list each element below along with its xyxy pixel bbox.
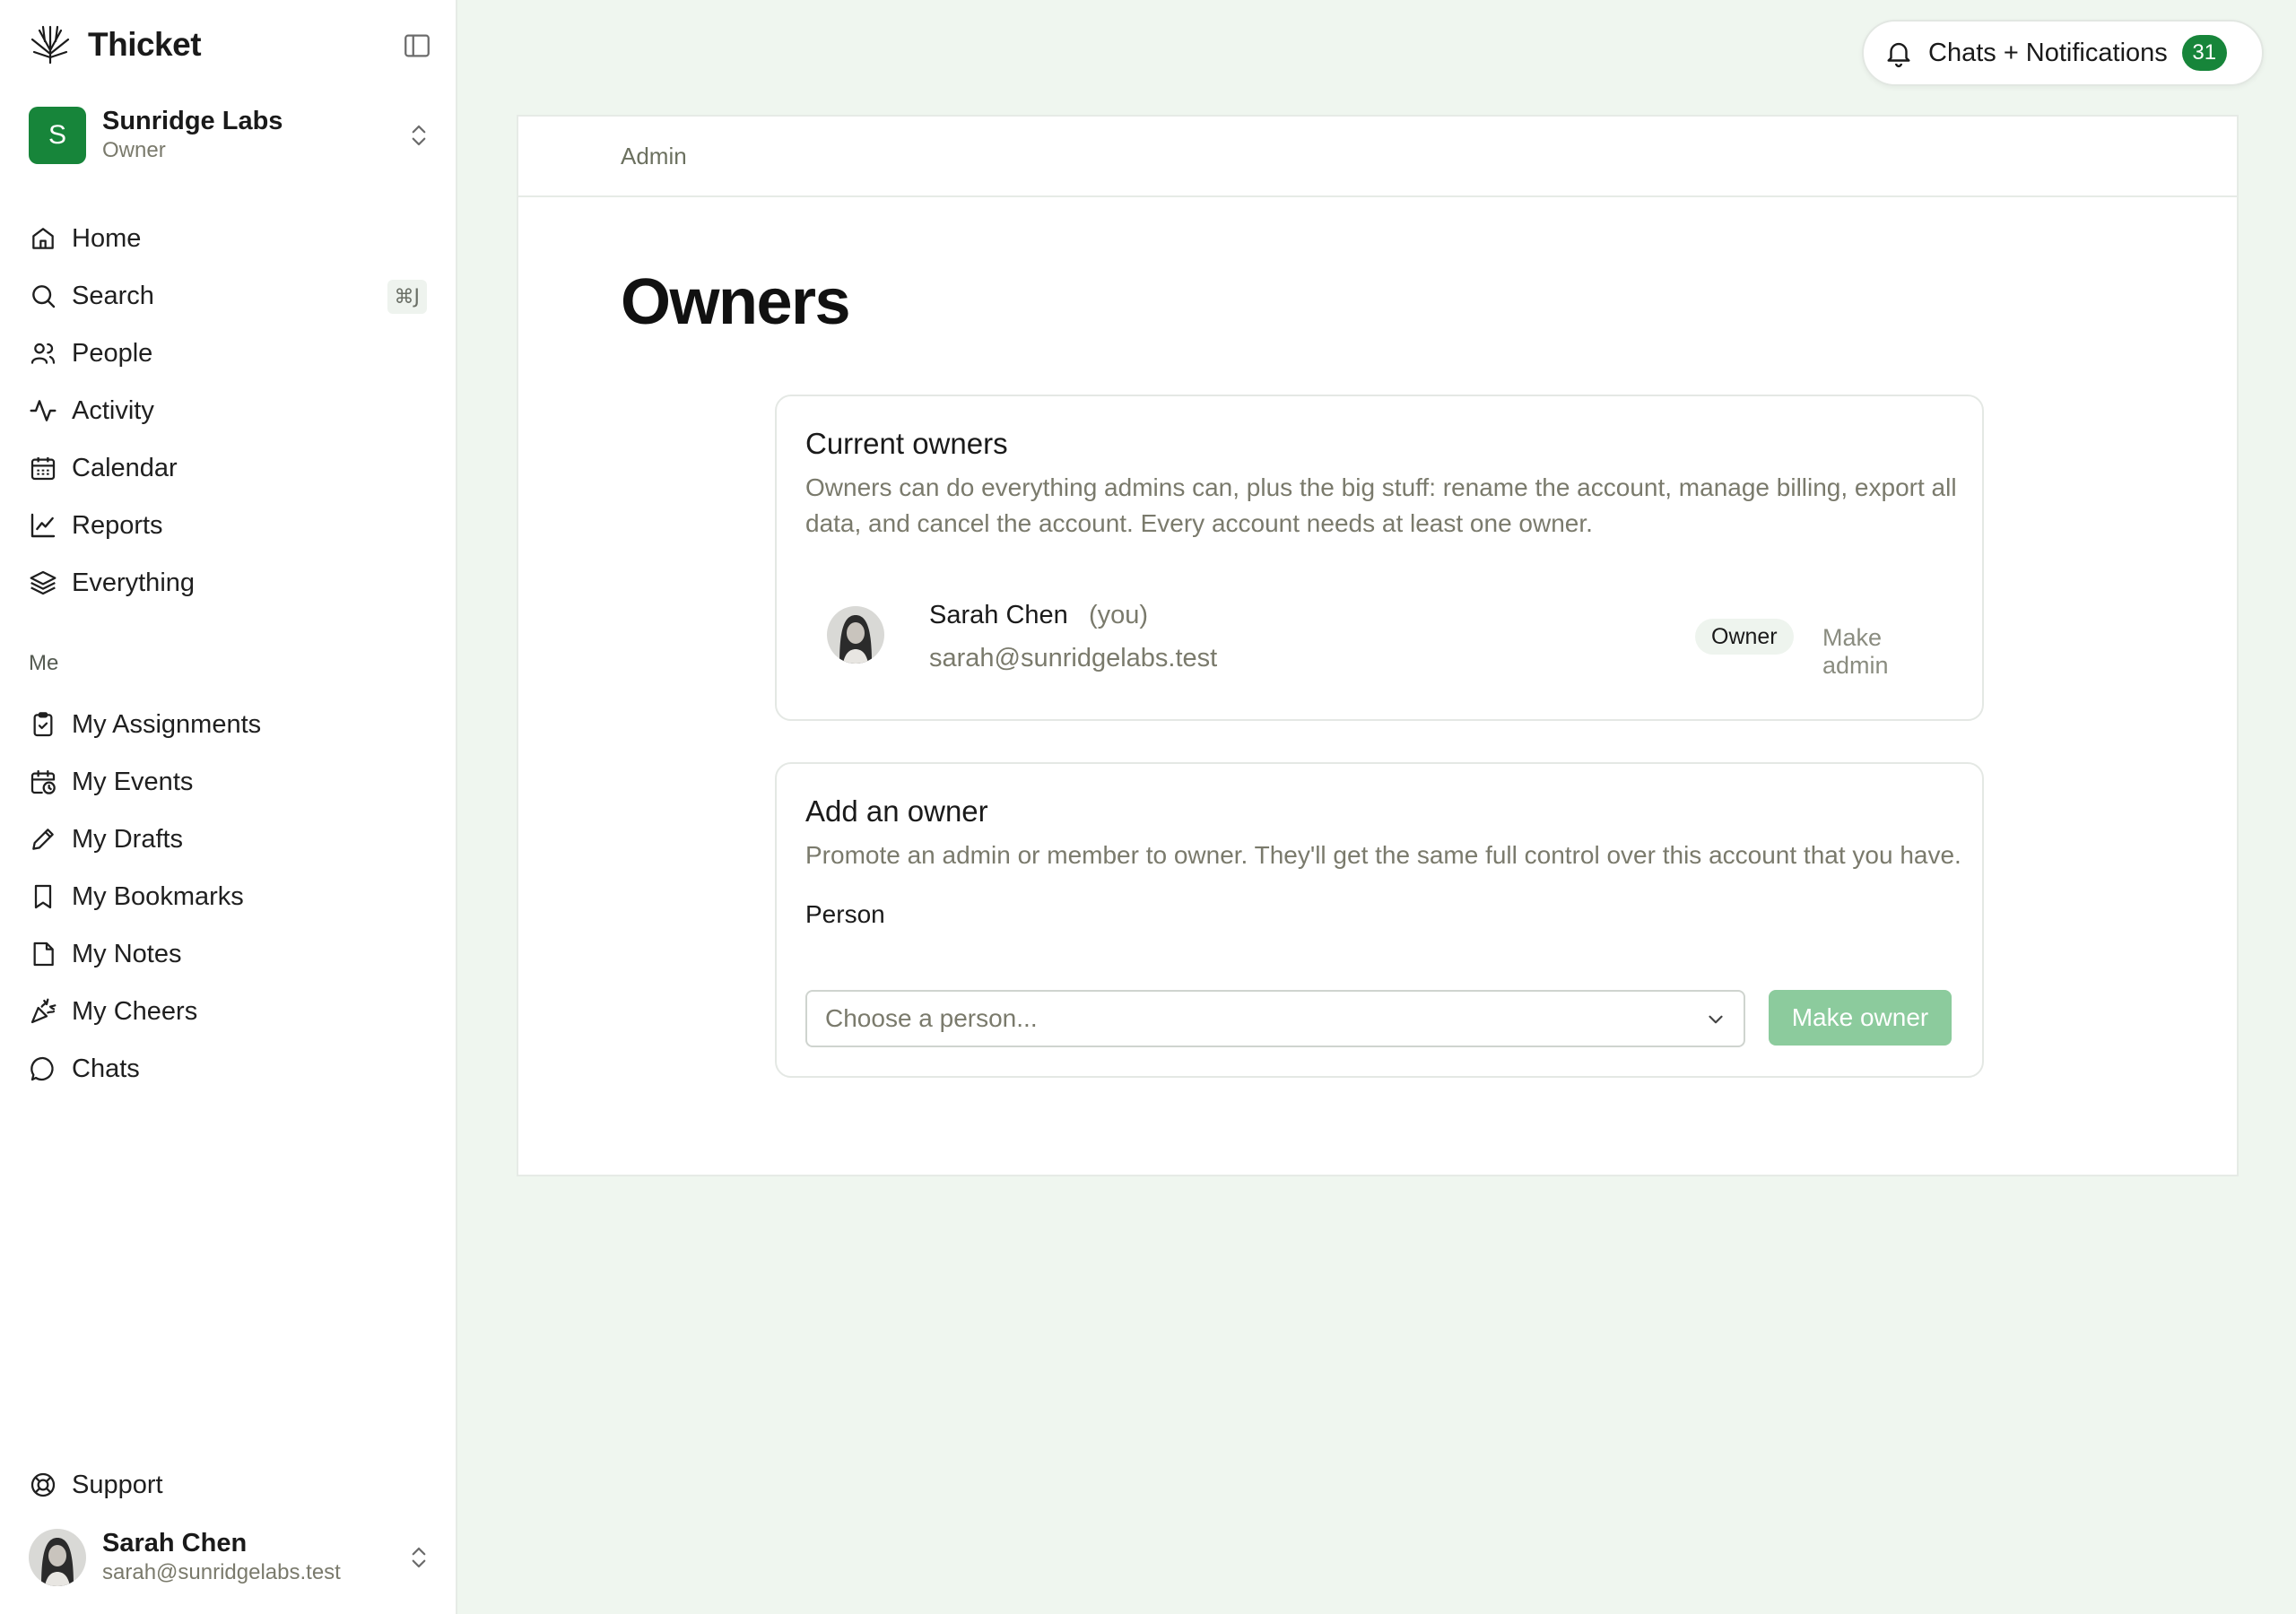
nav-label: Reports <box>72 510 163 540</box>
chevron-up-down-icon <box>412 1547 426 1568</box>
nav-label: My Drafts <box>72 824 184 854</box>
nav-label: Everything <box>72 568 196 597</box>
nav-label: My Bookmarks <box>72 881 244 911</box>
user-name: Sarah Chen <box>102 1529 248 1558</box>
lifebuoy-icon <box>30 1472 56 1497</box>
me-nav: My Assignments My Events My Drafts My Bo… <box>0 696 457 1098</box>
support-section: Support <box>0 1456 457 1514</box>
nav-item-chats[interactable]: Chats <box>0 1040 457 1098</box>
page-title: Owners <box>621 266 851 338</box>
panel-header: Admin <box>518 117 2237 197</box>
thicket-logo-icon <box>30 25 70 65</box>
breadcrumb[interactable]: Admin <box>621 143 687 170</box>
owner-row: Sarah Chen (you) sarah@sunridgelabs.test… <box>827 595 1930 679</box>
people-icon <box>30 343 56 364</box>
nav-label: Calendar <box>72 453 178 482</box>
person-select[interactable]: Choose a person... <box>805 990 1745 1047</box>
sidebar-toggle-icon[interactable] <box>402 30 432 61</box>
brand[interactable]: Thicket <box>29 23 202 66</box>
nav-item-people[interactable]: People <box>0 325 457 382</box>
avatar <box>827 606 884 664</box>
home-icon <box>32 228 54 249</box>
chevron-up-down-icon <box>412 125 426 146</box>
nav-item-activity[interactable]: Activity <box>0 382 457 439</box>
calendar-icon <box>30 457 56 481</box>
party-popper-icon <box>30 998 57 1024</box>
nav-item-my-events[interactable]: My Events <box>0 753 457 811</box>
calendar-clock-icon <box>30 769 56 794</box>
nav-item-my-notes[interactable]: My Notes <box>0 925 457 983</box>
nav-item-my-drafts[interactable]: My Drafts <box>0 811 457 868</box>
nav-label: My Events <box>72 767 194 796</box>
nav-label: People <box>72 338 153 368</box>
avatar <box>29 1529 86 1586</box>
person-field-label: Person <box>805 900 885 928</box>
chart-icon <box>30 513 56 538</box>
nav-label: My Cheers <box>72 996 198 1026</box>
nav-label: Home <box>72 223 142 253</box>
make-owner-button[interactable]: Make owner <box>1769 990 1952 1046</box>
card-description: Promote an admin or member to owner. The… <box>805 841 1961 869</box>
nav-item-my-bookmarks[interactable]: My Bookmarks <box>0 868 457 925</box>
owner-email: sarah@sunridgelabs.test <box>929 644 1218 672</box>
chevron-down-icon <box>1709 1015 1723 1024</box>
nav-item-everything[interactable]: Everything <box>0 554 457 612</box>
nav-item-reports[interactable]: Reports <box>0 497 457 554</box>
nav-item-search[interactable]: Search ⌘J <box>0 267 457 325</box>
bookmark-icon <box>34 884 52 909</box>
nav-item-calendar[interactable]: Calendar <box>0 439 457 497</box>
nav-label: Chats <box>72 1054 140 1083</box>
bell-icon <box>1887 42 1910 68</box>
workspace-switcher[interactable]: S Sunridge Labs Owner <box>29 104 432 167</box>
nav-label: My Assignments <box>72 709 262 739</box>
owner-name: Sarah Chen <box>929 601 1068 629</box>
activity-icon <box>30 400 57 421</box>
owner-you-tag: (you) <box>1089 601 1149 629</box>
nav-label: Support <box>72 1470 163 1499</box>
note-icon <box>33 941 54 967</box>
notifications-label: Chats + Notifications <box>1928 38 2168 67</box>
user-menu[interactable]: Sarah Chen sarah@sunridgelabs.test <box>29 1526 432 1589</box>
card-title: Add an owner <box>805 794 988 828</box>
workspace-role: Owner <box>102 138 166 162</box>
workspace-name: Sunridge Labs <box>102 107 283 135</box>
workspace-avatar: S <box>29 107 86 164</box>
nav-item-my-cheers[interactable]: My Cheers <box>0 983 457 1040</box>
add-owner-card: Add an owner Promote an admin or member … <box>775 762 1984 1078</box>
current-owners-card: Current owners Owners can do everything … <box>775 395 1984 721</box>
clipboard-check-icon <box>33 712 53 737</box>
user-avatar-image <box>29 1529 86 1586</box>
notifications-count-badge: 31 <box>2181 35 2227 71</box>
nav-label: Activity <box>72 395 154 425</box>
notifications-button[interactable]: Chats + Notifications 31 <box>1862 20 2264 86</box>
main-nav: Home Search ⌘J People Activity Calendar … <box>0 210 457 612</box>
nav-item-home[interactable]: Home <box>0 210 457 267</box>
card-description: Owners can do everything admins can, plu… <box>805 473 1957 537</box>
owner-avatar-image <box>827 606 884 664</box>
nav-item-support[interactable]: Support <box>0 1456 457 1514</box>
make-admin-button[interactable]: Make admin <box>1822 624 1930 680</box>
status-badge: Owner <box>1695 619 1794 655</box>
pencil-icon <box>32 829 54 850</box>
user-email: sarah@sunridgelabs.test <box>102 1560 341 1584</box>
sidebar: Thicket S Sunridge Labs Owner Home Searc… <box>0 0 457 1614</box>
nav-label: My Notes <box>72 939 182 968</box>
main-panel: Admin Owners Current owners Owners can d… <box>517 115 2239 1176</box>
chat-bubble-icon <box>30 1056 54 1081</box>
nav-label: Search <box>72 281 154 310</box>
search-icon <box>32 285 56 308</box>
layers-icon <box>30 570 57 595</box>
card-title: Current owners <box>805 427 1008 460</box>
brand-name: Thicket <box>88 26 202 63</box>
nav-item-my-assignments[interactable]: My Assignments <box>0 696 457 753</box>
person-select-placeholder: Choose a person... <box>825 1004 1038 1032</box>
search-shortcut: ⌘J <box>387 280 427 314</box>
section-label-me: Me <box>29 651 59 675</box>
